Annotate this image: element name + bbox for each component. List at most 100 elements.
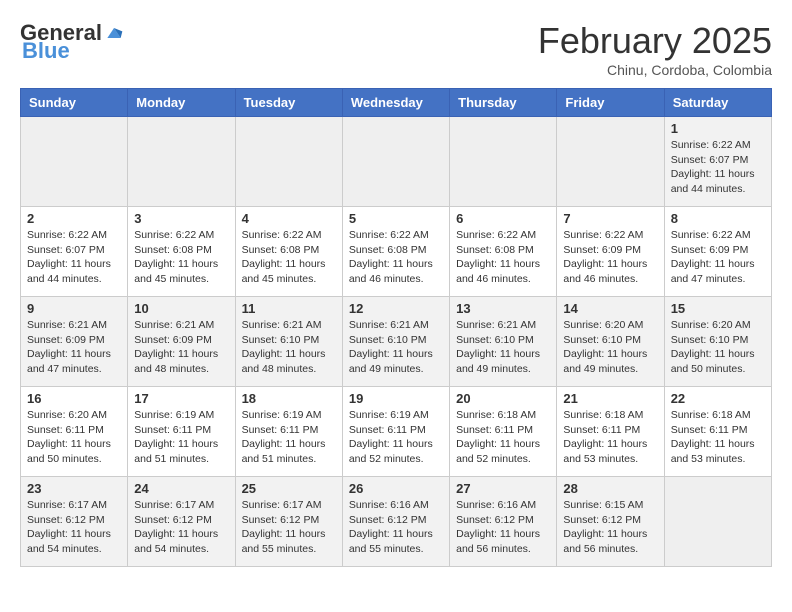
- day-number: 11: [242, 301, 336, 316]
- calendar-week-row: 2 Sunrise: 6:22 AMSunset: 6:07 PMDaylight…: [21, 207, 772, 297]
- calendar-day-cell: 3 Sunrise: 6:22 AMSunset: 6:08 PMDaylight…: [128, 207, 235, 297]
- calendar-day-cell: 2 Sunrise: 6:22 AMSunset: 6:07 PMDaylight…: [21, 207, 128, 297]
- day-info: Sunrise: 6:22 AMSunset: 6:09 PMDaylight:…: [671, 228, 765, 287]
- day-number: 2: [27, 211, 121, 226]
- calendar-day-cell: 16 Sunrise: 6:20 AMSunset: 6:11 PMDayligh…: [21, 387, 128, 477]
- calendar-day-cell: 21 Sunrise: 6:18 AMSunset: 6:11 PMDayligh…: [557, 387, 664, 477]
- day-number: 24: [134, 481, 228, 496]
- day-info: Sunrise: 6:17 AMSunset: 6:12 PMDaylight:…: [134, 498, 228, 557]
- day-number: 17: [134, 391, 228, 406]
- day-info: Sunrise: 6:20 AMSunset: 6:10 PMDaylight:…: [671, 318, 765, 377]
- day-number: 16: [27, 391, 121, 406]
- day-number: 15: [671, 301, 765, 316]
- weekday-header-wednesday: Wednesday: [342, 89, 449, 117]
- day-info: Sunrise: 6:22 AMSunset: 6:08 PMDaylight:…: [456, 228, 550, 287]
- calendar-day-cell: 6Sunrise: 6:22 AMSunset: 6:08 PMDaylight…: [450, 207, 557, 297]
- calendar-day-cell: [664, 477, 771, 567]
- day-info: Sunrise: 6:16 AMSunset: 6:12 PMDaylight:…: [349, 498, 443, 557]
- day-info: Sunrise: 6:17 AMSunset: 6:12 PMDaylight:…: [242, 498, 336, 557]
- day-number: 3: [134, 211, 228, 226]
- calendar-day-cell: 5Sunrise: 6:22 AMSunset: 6:08 PMDaylight…: [342, 207, 449, 297]
- calendar-day-cell: [450, 117, 557, 207]
- day-info: Sunrise: 6:22 AMSunset: 6:07 PMDaylight:…: [27, 228, 121, 287]
- calendar-day-cell: 23 Sunrise: 6:17 AMSunset: 6:12 PMDayligh…: [21, 477, 128, 567]
- day-info: Sunrise: 6:19 AMSunset: 6:11 PMDaylight:…: [134, 408, 228, 467]
- day-info: Sunrise: 6:20 AMSunset: 6:10 PMDaylight:…: [563, 318, 657, 377]
- day-number: 10: [134, 301, 228, 316]
- day-number: 26: [349, 481, 443, 496]
- weekday-header-saturday: Saturday: [664, 89, 771, 117]
- day-number: 21: [563, 391, 657, 406]
- month-title: February 2025: [538, 20, 772, 62]
- day-number: 5: [349, 211, 443, 226]
- day-info: Sunrise: 6:21 AMSunset: 6:10 PMDaylight:…: [456, 318, 550, 377]
- calendar-day-cell: 4 Sunrise: 6:22 AMSunset: 6:08 PMDaylight…: [235, 207, 342, 297]
- day-number: 25: [242, 481, 336, 496]
- day-info: Sunrise: 6:22 AMSunset: 6:07 PMDaylight:…: [671, 138, 765, 197]
- title-area: February 2025 Chinu, Cordoba, Colombia: [538, 20, 772, 78]
- day-number: 28: [563, 481, 657, 496]
- calendar-week-row: 23 Sunrise: 6:17 AMSunset: 6:12 PMDayligh…: [21, 477, 772, 567]
- weekday-header-friday: Friday: [557, 89, 664, 117]
- calendar-day-cell: 7 Sunrise: 6:22 AMSunset: 6:09 PMDaylight…: [557, 207, 664, 297]
- day-number: 23: [27, 481, 121, 496]
- calendar-day-cell: [235, 117, 342, 207]
- location-subtitle: Chinu, Cordoba, Colombia: [538, 62, 772, 78]
- day-info: Sunrise: 6:20 AMSunset: 6:11 PMDaylight:…: [27, 408, 121, 467]
- day-number: 19: [349, 391, 443, 406]
- day-info: Sunrise: 6:19 AMSunset: 6:11 PMDaylight:…: [242, 408, 336, 467]
- day-number: 9: [27, 301, 121, 316]
- day-info: Sunrise: 6:16 AMSunset: 6:12 PMDaylight:…: [456, 498, 550, 557]
- calendar-day-cell: 18 Sunrise: 6:19 AMSunset: 6:11 PMDayligh…: [235, 387, 342, 477]
- day-number: 12: [349, 301, 443, 316]
- calendar-day-cell: 9 Sunrise: 6:21 AMSunset: 6:09 PMDaylight…: [21, 297, 128, 387]
- logo-icon: [104, 23, 124, 43]
- day-number: 4: [242, 211, 336, 226]
- day-number: 20: [456, 391, 550, 406]
- day-info: Sunrise: 6:18 AMSunset: 6:11 PMDaylight:…: [563, 408, 657, 467]
- weekday-header-tuesday: Tuesday: [235, 89, 342, 117]
- calendar-day-cell: 17 Sunrise: 6:19 AMSunset: 6:11 PMDayligh…: [128, 387, 235, 477]
- day-number: 18: [242, 391, 336, 406]
- calendar-day-cell: 26 Sunrise: 6:16 AMSunset: 6:12 PMDayligh…: [342, 477, 449, 567]
- calendar-day-cell: 13 Sunrise: 6:21 AMSunset: 6:10 PMDayligh…: [450, 297, 557, 387]
- calendar-day-cell: 25 Sunrise: 6:17 AMSunset: 6:12 PMDayligh…: [235, 477, 342, 567]
- logo-blue-text: Blue: [22, 38, 70, 64]
- day-info: Sunrise: 6:21 AMSunset: 6:10 PMDaylight:…: [242, 318, 336, 377]
- day-number: 8: [671, 211, 765, 226]
- calendar-week-row: 16 Sunrise: 6:20 AMSunset: 6:11 PMDayligh…: [21, 387, 772, 477]
- calendar-day-cell: 15 Sunrise: 6:20 AMSunset: 6:10 PMDayligh…: [664, 297, 771, 387]
- calendar-day-cell: [557, 117, 664, 207]
- day-info: Sunrise: 6:22 AMSunset: 6:09 PMDaylight:…: [563, 228, 657, 287]
- calendar-day-cell: 8 Sunrise: 6:22 AMSunset: 6:09 PMDaylight…: [664, 207, 771, 297]
- weekday-header-monday: Monday: [128, 89, 235, 117]
- weekday-header-sunday: Sunday: [21, 89, 128, 117]
- calendar-week-row: 9 Sunrise: 6:21 AMSunset: 6:09 PMDaylight…: [21, 297, 772, 387]
- calendar-day-cell: 11 Sunrise: 6:21 AMSunset: 6:10 PMDayligh…: [235, 297, 342, 387]
- calendar-day-cell: 27Sunrise: 6:16 AMSunset: 6:12 PMDayligh…: [450, 477, 557, 567]
- day-number: 22: [671, 391, 765, 406]
- day-number: 13: [456, 301, 550, 316]
- calendar-day-cell: 10 Sunrise: 6:21 AMSunset: 6:09 PMDayligh…: [128, 297, 235, 387]
- day-info: Sunrise: 6:17 AMSunset: 6:12 PMDaylight:…: [27, 498, 121, 557]
- day-info: Sunrise: 6:19 AMSunset: 6:11 PMDaylight:…: [349, 408, 443, 467]
- day-info: Sunrise: 6:18 AMSunset: 6:11 PMDaylight:…: [671, 408, 765, 467]
- day-info: Sunrise: 6:15 AMSunset: 6:12 PMDaylight:…: [563, 498, 657, 557]
- day-info: Sunrise: 6:21 AMSunset: 6:09 PMDaylight:…: [27, 318, 121, 377]
- logo: General Blue: [20, 20, 124, 64]
- calendar-day-cell: [21, 117, 128, 207]
- weekday-header-row: SundayMondayTuesdayWednesdayThursdayFrid…: [21, 89, 772, 117]
- calendar-day-cell: 20Sunrise: 6:18 AMSunset: 6:11 PMDayligh…: [450, 387, 557, 477]
- calendar-day-cell: 22 Sunrise: 6:18 AMSunset: 6:11 PMDayligh…: [664, 387, 771, 477]
- day-number: 14: [563, 301, 657, 316]
- calendar-day-cell: 19 Sunrise: 6:19 AMSunset: 6:11 PMDayligh…: [342, 387, 449, 477]
- day-number: 1: [671, 121, 765, 136]
- day-info: Sunrise: 6:22 AMSunset: 6:08 PMDaylight:…: [134, 228, 228, 287]
- calendar-table: SundayMondayTuesdayWednesdayThursdayFrid…: [20, 88, 772, 567]
- weekday-header-thursday: Thursday: [450, 89, 557, 117]
- day-info: Sunrise: 6:22 AMSunset: 6:08 PMDaylight:…: [242, 228, 336, 287]
- calendar-day-cell: 28 Sunrise: 6:15 AMSunset: 6:12 PMDayligh…: [557, 477, 664, 567]
- calendar-day-cell: 12Sunrise: 6:21 AMSunset: 6:10 PMDayligh…: [342, 297, 449, 387]
- day-number: 7: [563, 211, 657, 226]
- day-info: Sunrise: 6:21 AMSunset: 6:09 PMDaylight:…: [134, 318, 228, 377]
